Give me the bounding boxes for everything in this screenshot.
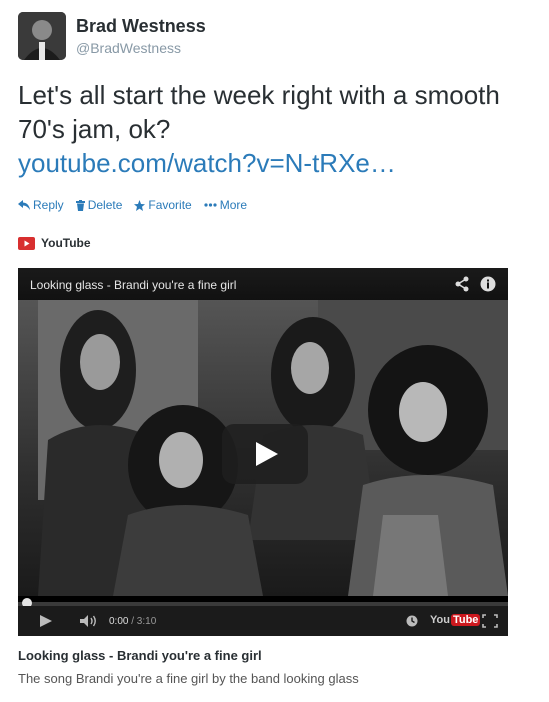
info-icon[interactable] bbox=[480, 276, 496, 292]
youtube-logo[interactable]: You Tube bbox=[430, 614, 481, 626]
current-time: 0:00 bbox=[109, 616, 129, 627]
reply-icon bbox=[18, 200, 30, 210]
youtube-logo-you: You bbox=[430, 614, 450, 626]
delete-label: Delete bbox=[87, 198, 123, 212]
reply-label: Reply bbox=[33, 198, 64, 212]
star-icon bbox=[134, 199, 146, 211]
more-dots-icon bbox=[204, 203, 217, 207]
card-source-label: YouTube bbox=[41, 236, 91, 250]
avatar[interactable] bbox=[18, 12, 66, 60]
fullscreen-icon[interactable] bbox=[482, 614, 498, 628]
tweet-text: Let's all start the week right with a sm… bbox=[18, 78, 538, 180]
card-description: The song Brandi you're a fine girl by th… bbox=[18, 671, 359, 686]
delete-button[interactable]: Delete bbox=[75, 198, 123, 212]
card-source[interactable]: YouTube bbox=[18, 236, 91, 250]
reply-button[interactable]: Reply bbox=[18, 198, 64, 212]
play-button[interactable] bbox=[222, 424, 308, 484]
author-handle[interactable]: @BradWestness bbox=[76, 40, 181, 56]
tweet-body: Let's all start the week right with a sm… bbox=[18, 80, 500, 144]
youtube-logo-tube: Tube bbox=[450, 614, 481, 626]
tweet-actions: Reply Delete Favorite More bbox=[18, 198, 247, 212]
player-title-bar: Looking glass - Brandi you're a fine gir… bbox=[18, 268, 508, 300]
favorite-label: Favorite bbox=[148, 198, 192, 212]
total-time: / 3:10 bbox=[131, 616, 157, 627]
more-label: More bbox=[219, 198, 248, 212]
youtube-icon bbox=[18, 236, 35, 250]
more-button[interactable]: More bbox=[204, 198, 247, 212]
volume-icon[interactable] bbox=[80, 615, 98, 627]
clock-icon[interactable] bbox=[406, 615, 418, 627]
player-controls: 0:00 / 3:10 You Tube bbox=[18, 606, 508, 636]
trash-icon bbox=[75, 199, 85, 211]
time-display: 0:00 / 3:10 bbox=[109, 616, 156, 627]
card-title[interactable]: Looking glass - Brandi you're a fine gir… bbox=[18, 648, 262, 663]
play-small-icon[interactable] bbox=[40, 615, 52, 627]
video-player[interactable]: Looking glass - Brandi you're a fine gir… bbox=[18, 268, 508, 636]
share-icon[interactable] bbox=[454, 276, 470, 292]
tweet-link[interactable]: youtube.com/watch?v=N-tRXe… bbox=[18, 146, 538, 180]
player-title[interactable]: Looking glass - Brandi you're a fine gir… bbox=[30, 278, 236, 292]
author-name[interactable]: Brad Westness bbox=[76, 16, 206, 37]
play-icon bbox=[256, 442, 278, 466]
favorite-button[interactable]: Favorite bbox=[134, 198, 192, 212]
